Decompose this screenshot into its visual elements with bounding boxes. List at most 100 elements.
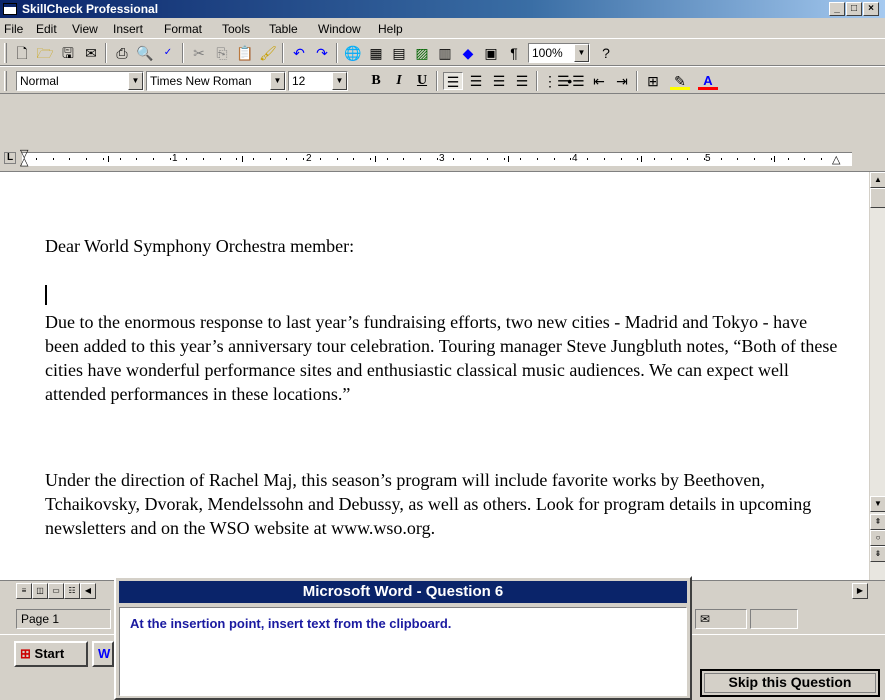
document-paragraph[interactable]: Dear World Symphony Orchestra member: — [45, 234, 845, 258]
scroll-left-icon[interactable]: ◀ — [80, 583, 96, 599]
underline-button[interactable]: U — [412, 72, 432, 90]
redo-icon[interactable]: ↷ — [312, 44, 332, 62]
maximize-button[interactable]: □ — [846, 2, 862, 16]
ruler-tick — [320, 158, 321, 160]
scroll-right-icon[interactable]: ▶ — [852, 583, 868, 599]
font-color-icon[interactable]: A — [698, 72, 718, 90]
scroll-down-icon[interactable]: ▼ — [870, 496, 885, 512]
font-select[interactable]: Times New Roman ▼ — [146, 71, 286, 91]
justify-icon[interactable]: ☰ — [512, 72, 532, 90]
menu-view[interactable]: View — [72, 22, 98, 36]
ruler-tick — [120, 158, 121, 160]
align-center-icon[interactable]: ☰ — [466, 72, 486, 90]
chevron-down-icon[interactable]: ▼ — [574, 44, 589, 62]
start-label: Start — [34, 646, 65, 661]
chevron-down-icon[interactable]: ▼ — [128, 72, 143, 90]
menu-help[interactable]: Help — [378, 22, 403, 36]
copy-icon[interactable]: ⎘ — [212, 44, 232, 62]
insert-table-icon[interactable]: ▤ — [389, 44, 409, 62]
vertical-scrollbar[interactable]: ▲ ▼ ⇞ ○ ⇟ — [869, 172, 885, 600]
ruler-tick — [520, 158, 521, 160]
menu-insert[interactable]: Insert — [113, 22, 143, 36]
menu-window[interactable]: Window — [318, 22, 361, 36]
new-document-icon[interactable]: 🗋 — [12, 44, 32, 62]
menu-edit[interactable]: Edit — [36, 22, 57, 36]
close-button[interactable]: × — [863, 2, 879, 16]
undo-icon[interactable]: ↶ — [289, 44, 309, 62]
right-indent-marker[interactable]: △ — [832, 155, 840, 166]
italic-button[interactable]: I — [389, 72, 409, 90]
email-icon[interactable]: ✉ — [81, 44, 101, 62]
open-folder-icon[interactable]: 🗁 — [35, 44, 55, 62]
ruler-tick — [203, 158, 204, 160]
normal-view-icon[interactable]: ≡ — [16, 583, 32, 599]
ruler-mark — [108, 156, 109, 162]
ruler-tick — [687, 158, 688, 160]
skip-question-button[interactable]: Skip this Question — [700, 669, 880, 697]
document-paragraph[interactable]: Under the direction of Rachel Maj, this … — [45, 468, 845, 540]
align-right-icon[interactable]: ☰ — [489, 72, 509, 90]
next-page-icon[interactable]: ⇟ — [870, 546, 885, 562]
spelling-status-icon[interactable]: ✉ — [695, 609, 747, 629]
toolbar-grip[interactable] — [4, 71, 7, 91]
toolbar-separator — [436, 71, 438, 91]
document-paragraph[interactable]: Due to the enormous response to last yea… — [45, 310, 845, 406]
insert-excel-icon[interactable]: ▨ — [412, 44, 432, 62]
ruler-tick — [671, 158, 672, 160]
minimize-button[interactable]: _ — [829, 2, 845, 16]
hyperlink-icon[interactable]: 🌐 — [343, 44, 363, 62]
save-icon[interactable]: 🖫 — [58, 44, 78, 62]
bold-button[interactable]: B — [366, 72, 386, 90]
select-browse-object-icon[interactable]: ○ — [870, 530, 885, 546]
tables-borders-icon[interactable]: ▦ — [366, 44, 386, 62]
document-map-icon[interactable]: ▣ — [481, 44, 501, 62]
menu-format[interactable]: Format — [164, 22, 202, 36]
window-title-bar[interactable]: SkillCheck Professional _ □ × — [0, 0, 885, 18]
decrease-indent-icon[interactable]: ⇤ — [589, 72, 609, 90]
ruler-mark — [774, 156, 775, 162]
font-size-select[interactable]: 12 ▼ — [288, 71, 348, 91]
style-select[interactable]: Normal ▼ — [16, 71, 144, 91]
ruler-tick — [403, 158, 404, 160]
ruler-strip[interactable]: 1 2 3 4 5 ▽ △ △ — [20, 149, 852, 168]
cut-icon[interactable]: ✂ — [189, 44, 209, 62]
menu-tools[interactable]: Tools — [222, 22, 250, 36]
word-task-icon[interactable]: W — [92, 641, 114, 667]
previous-page-icon[interactable]: ⇞ — [870, 514, 885, 530]
help-icon[interactable]: ? — [596, 44, 616, 62]
print-preview-icon[interactable]: 🔍 — [135, 44, 155, 62]
web-layout-view-icon[interactable]: ◫ — [32, 583, 48, 599]
increase-indent-icon[interactable]: ⇥ — [612, 72, 632, 90]
show-hide-icon[interactable]: ¶ — [504, 44, 524, 62]
start-button[interactable]: ⊞ Start — [14, 641, 88, 667]
print-layout-view-icon[interactable]: ▭ — [48, 583, 64, 599]
menu-file[interactable]: File — [4, 22, 23, 36]
spelling-icon[interactable]: ✓ — [158, 44, 178, 62]
toolbar-grip[interactable] — [4, 43, 7, 63]
ruler-tick — [370, 158, 371, 160]
align-left-icon[interactable]: ☰ — [443, 72, 463, 90]
drawing-icon[interactable]: ◆ — [458, 44, 478, 62]
tab-selector-icon[interactable]: L — [4, 152, 16, 164]
ruler-tick — [504, 158, 505, 160]
paste-icon[interactable]: 📋 — [235, 44, 255, 62]
highlight-icon[interactable]: ✎ — [670, 72, 690, 90]
zoom-select[interactable]: 100% ▼ — [528, 43, 590, 63]
chevron-down-icon[interactable]: ▼ — [332, 72, 347, 90]
document-page[interactable]: Dear World Symphony Orchestra member: Du… — [0, 172, 869, 580]
ruler-tick — [86, 158, 87, 160]
scroll-up-icon[interactable]: ▲ — [870, 172, 885, 188]
format-painter-icon[interactable]: 🖌 — [258, 44, 278, 62]
bullets-icon[interactable]: •☰ — [566, 72, 586, 90]
ruler-tick — [337, 158, 338, 160]
scroll-thumb[interactable] — [870, 188, 885, 208]
borders-icon[interactable]: ⊞ — [643, 72, 663, 90]
outline-view-icon[interactable]: ☷ — [64, 583, 80, 599]
columns-icon[interactable]: ▥ — [435, 44, 455, 62]
chevron-down-icon[interactable]: ▼ — [270, 72, 285, 90]
left-indent-marker[interactable]: △ — [20, 157, 28, 168]
numbering-icon[interactable]: ⋮☰ — [543, 72, 570, 90]
ruler-tick — [387, 158, 388, 160]
menu-table[interactable]: Table — [269, 22, 298, 36]
print-icon[interactable]: ⎙ — [112, 44, 132, 62]
